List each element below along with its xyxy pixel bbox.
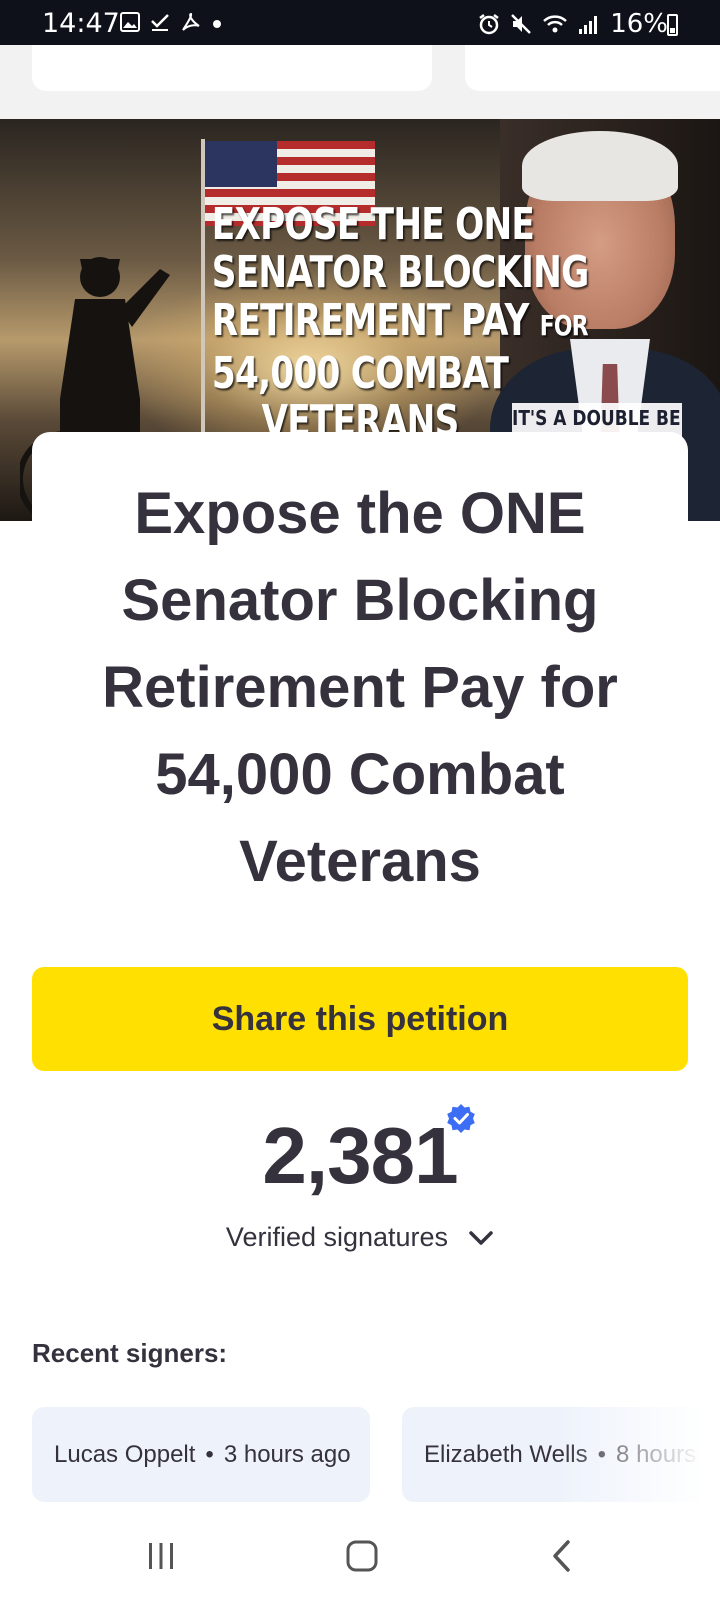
mute-icon [511, 14, 532, 34]
signal-icon [579, 16, 598, 34]
separator-dot: • [597, 1440, 607, 1468]
chevron-down-icon [469, 1230, 493, 1245]
status-right-icons: 16% [478, 9, 668, 39]
gallery-icon [120, 12, 140, 32]
signature-toggle[interactable]: Verified signatures [0, 1222, 720, 1253]
separator-dot: • [205, 1440, 214, 1468]
recent-apps-icon [149, 1543, 173, 1569]
status-bar: 14:47 16% [0, 0, 720, 45]
flag-canton [205, 141, 277, 187]
banner-line-4: 54,000 COMBAT [211, 348, 509, 399]
signer-time: 3 hours ago [223, 1440, 351, 1468]
recent-signers-label: Recent signers: [32, 1338, 228, 1368]
battery-icon [667, 14, 678, 36]
home-button[interactable] [340, 1534, 384, 1578]
system-nav-bar [0, 1508, 720, 1600]
share-petition-button[interactable]: Share this petition [32, 967, 688, 1071]
back-button[interactable] [540, 1534, 584, 1578]
petition-title: Expose the ONE Senator Blocking Retireme… [102, 481, 618, 894]
banner-line-3-for: FOR [539, 309, 589, 342]
alarm-icon [479, 14, 499, 35]
related-card[interactable] [465, 45, 720, 91]
wifi-icon [543, 15, 568, 33]
home-icon [346, 1540, 378, 1572]
recent-apps-button[interactable] [139, 1534, 183, 1578]
verified-badge-icon [447, 1104, 475, 1133]
banner-line-3: RETIREMENT PAY [211, 295, 530, 346]
senator-hair [522, 131, 678, 201]
recent-signer-chip: Lucas Oppelt • 3 hours ago [32, 1407, 370, 1502]
signature-count: 2,381 [262, 1111, 458, 1200]
signature-label: Verified signatures [225, 1222, 449, 1252]
banner-line-2: SENATOR BLOCKING [211, 247, 589, 298]
recent-signer-chip: Elizabeth Wells • 8 hours ago [402, 1407, 720, 1502]
back-icon [553, 1540, 570, 1572]
status-left-icons [120, 12, 222, 32]
banner-headline: EXPOSE THE ONE SENATOR BLOCKING RETIREME… [211, 199, 589, 446]
status-time: 14:47 [42, 8, 120, 39]
dot-icon [213, 20, 221, 28]
signer-name: Elizabeth Wells [424, 1440, 588, 1468]
signer-time: 8 hours ago [616, 1440, 720, 1468]
signer-name: Lucas Oppelt [54, 1440, 196, 1468]
top-card-strip [0, 45, 720, 119]
battery-percent: 16% [610, 9, 668, 39]
related-card[interactable] [32, 45, 432, 91]
check-icon [151, 14, 169, 31]
banner-line-1: EXPOSE THE ONE [211, 199, 535, 250]
pdf-icon [182, 12, 200, 31]
